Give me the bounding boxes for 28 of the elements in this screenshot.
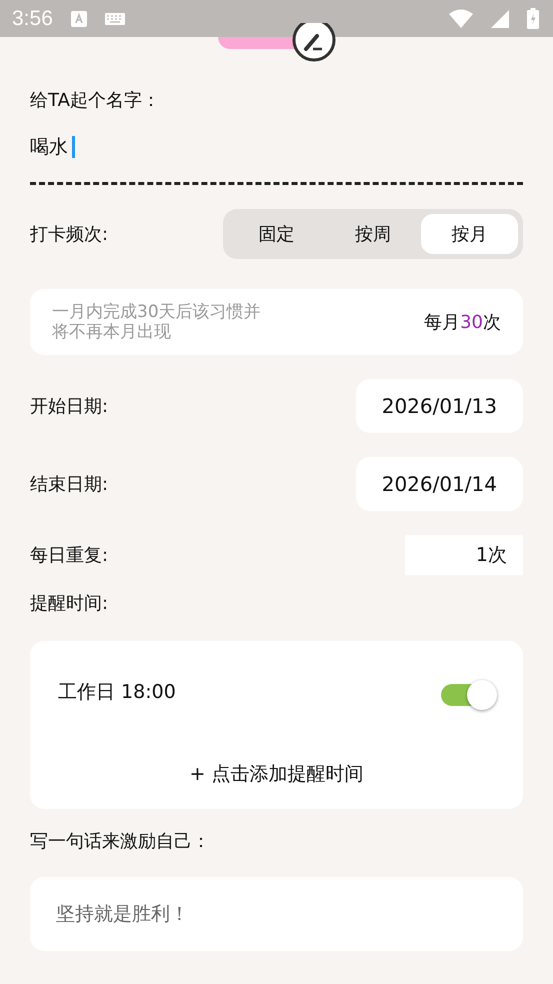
date-label: 结束日期: — [30, 473, 108, 496]
date-picker[interactable]: 2026/01/14 — [356, 457, 523, 511]
monthly-count: 每月 30次 — [424, 311, 501, 334]
add-reminder-button[interactable]: + 点击添加提醒时间 — [190, 761, 364, 787]
motto-field[interactable]: 坚持就是胜利！ — [30, 877, 523, 951]
wifi-icon — [449, 9, 473, 28]
keyboard-language-icon — [70, 10, 87, 26]
frequency-option[interactable]: 按周 — [324, 214, 422, 254]
text-cursor — [72, 136, 75, 158]
name-label: 给TA起个名字： — [30, 89, 161, 112]
date-label: 开始日期: — [30, 395, 108, 418]
reminder-time: 工作日 18:00 — [58, 680, 176, 705]
rule-description: 将不再本月出现 — [52, 322, 172, 342]
signal-icon — [491, 10, 509, 28]
repeat-value[interactable]: 1次 — [405, 535, 523, 575]
rule-description: 一月内完成30天后该习惯并 — [52, 302, 261, 322]
battery-icon — [527, 8, 539, 29]
frequency-option[interactable]: 固定 — [228, 214, 325, 254]
date-picker[interactable]: 2026/01/13 — [356, 379, 523, 433]
name-input[interactable]: 喝水 — [30, 136, 90, 158]
clock-time: 3:56 — [12, 6, 53, 30]
reminder-label: 提醒时间: — [30, 592, 110, 615]
edit-icon[interactable] — [291, 23, 337, 63]
keyboard-icon — [104, 12, 125, 24]
frequency-option[interactable]: 按月 — [421, 214, 518, 254]
repeat-label: 每日重复: — [30, 544, 108, 567]
frequency-label: 打卡频次: — [30, 223, 108, 246]
motto-label: 写一句话来激励自己： — [30, 830, 211, 853]
